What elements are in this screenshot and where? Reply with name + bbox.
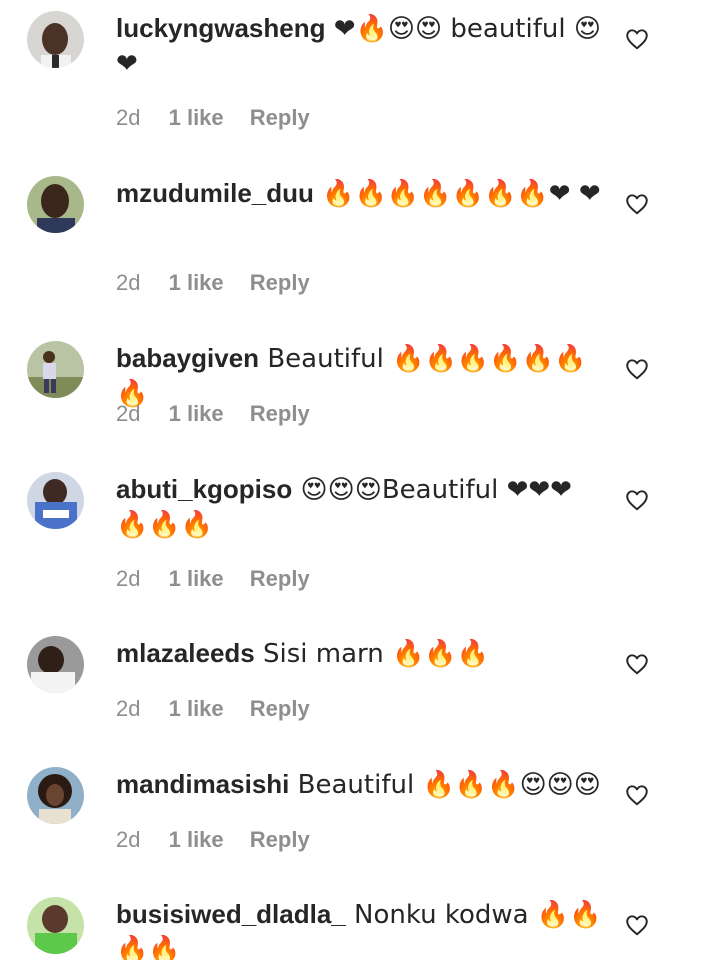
comment-username[interactable]: babaygiven <box>116 343 259 373</box>
user-avatar[interactable] <box>27 472 84 529</box>
comment-timestamp: 2d <box>116 270 141 295</box>
comment-meta: 2d 1 like Reply <box>116 826 310 854</box>
reply-button[interactable]: Reply <box>250 270 310 295</box>
user-avatar[interactable] <box>27 636 84 693</box>
heart-outline-icon[interactable] <box>624 912 650 938</box>
comment-timestamp: 2d <box>116 401 141 426</box>
comment-like-count[interactable]: 1 like <box>169 827 224 852</box>
comment-item: mandimasishi Beautiful 🔥🔥🔥😍😍😍 2d 1 like … <box>0 756 720 886</box>
comment-like-count[interactable]: 1 like <box>169 105 224 130</box>
comment-message: Beautiful 🔥🔥🔥😍😍😍 <box>289 770 601 800</box>
comment-meta: 2d 1 like Reply <box>116 565 310 593</box>
comment-message: 🔥🔥🔥🔥🔥🔥🔥❤ ❤ <box>313 179 601 209</box>
comment-text: abuti_kgopiso 😍😍😍Beautiful ❤❤❤ 🔥🔥🔥 <box>116 472 606 542</box>
user-avatar[interactable] <box>27 176 84 233</box>
heart-outline-icon[interactable] <box>624 487 650 513</box>
comment-timestamp: 2d <box>116 827 141 852</box>
heart-outline-icon[interactable] <box>624 651 650 677</box>
comment-meta: 2d 1 like Reply <box>116 400 310 428</box>
comment-timestamp: 2d <box>116 105 141 130</box>
reply-button[interactable]: Reply <box>250 566 310 591</box>
comment-timestamp: 2d <box>116 696 141 721</box>
user-avatar[interactable] <box>27 767 84 824</box>
comment-text: busisiwed_dladla_ Nonku kodwa 🔥🔥 🔥🔥 <box>116 897 606 960</box>
comment-meta: 2d 1 like Reply <box>116 104 310 132</box>
comment-username[interactable]: luckyngwasheng <box>116 13 326 43</box>
user-avatar[interactable] <box>27 11 84 68</box>
comment-timestamp: 2d <box>116 566 141 591</box>
comment-item: luckyngwasheng ❤🔥😍😍 beautiful 😍❤ 2d 1 li… <box>0 0 720 160</box>
comment-item: mzudumile_duu 🔥🔥🔥🔥🔥🔥🔥❤ ❤ 2d 1 like Reply <box>0 165 720 325</box>
user-avatar[interactable] <box>27 341 84 398</box>
heart-outline-icon[interactable] <box>624 782 650 808</box>
comment-username[interactable]: mzudumile_duu <box>116 178 314 208</box>
reply-button[interactable]: Reply <box>250 401 310 426</box>
comment-meta: 2d 1 like Reply <box>116 695 310 723</box>
comment-username[interactable]: mlazaleeds <box>116 638 255 668</box>
comment-like-count[interactable]: 1 like <box>169 401 224 426</box>
comment-item: abuti_kgopiso 😍😍😍Beautiful ❤❤❤ 🔥🔥🔥 2d 1 … <box>0 461 720 621</box>
user-avatar[interactable] <box>27 897 84 954</box>
comment-text: mandimasishi Beautiful 🔥🔥🔥😍😍😍 <box>116 767 606 802</box>
reply-button[interactable]: Reply <box>250 696 310 721</box>
comment-like-count[interactable]: 1 like <box>169 696 224 721</box>
heart-outline-icon[interactable] <box>624 191 650 217</box>
comment-text: luckyngwasheng ❤🔥😍😍 beautiful 😍❤ <box>116 11 606 81</box>
comment-item: mlazaleeds Sisi marn 🔥🔥🔥 2d 1 like Reply <box>0 625 720 755</box>
comment-item: babaygiven Beautiful 🔥🔥🔥🔥🔥🔥🔥 2d 1 like R… <box>0 330 720 460</box>
comment-item: busisiwed_dladla_ Nonku kodwa 🔥🔥 🔥🔥 <box>0 886 720 960</box>
comment-username[interactable]: busisiwed_dladla_ <box>116 899 346 929</box>
comment-text: mzudumile_duu 🔥🔥🔥🔥🔥🔥🔥❤ ❤ <box>116 176 606 211</box>
heart-outline-icon[interactable] <box>624 356 650 382</box>
heart-outline-icon[interactable] <box>624 26 650 52</box>
comment-username[interactable]: mandimasishi <box>116 769 289 799</box>
comment-message: Sisi marn 🔥🔥🔥 <box>254 639 490 669</box>
reply-button[interactable]: Reply <box>250 827 310 852</box>
comment-text: mlazaleeds Sisi marn 🔥🔥🔥 <box>116 636 606 671</box>
comment-username[interactable]: abuti_kgopiso <box>116 474 292 504</box>
comment-like-count[interactable]: 1 like <box>169 270 224 295</box>
comment-like-count[interactable]: 1 like <box>169 566 224 591</box>
reply-button[interactable]: Reply <box>250 105 310 130</box>
comment-meta: 2d 1 like Reply <box>116 269 310 297</box>
